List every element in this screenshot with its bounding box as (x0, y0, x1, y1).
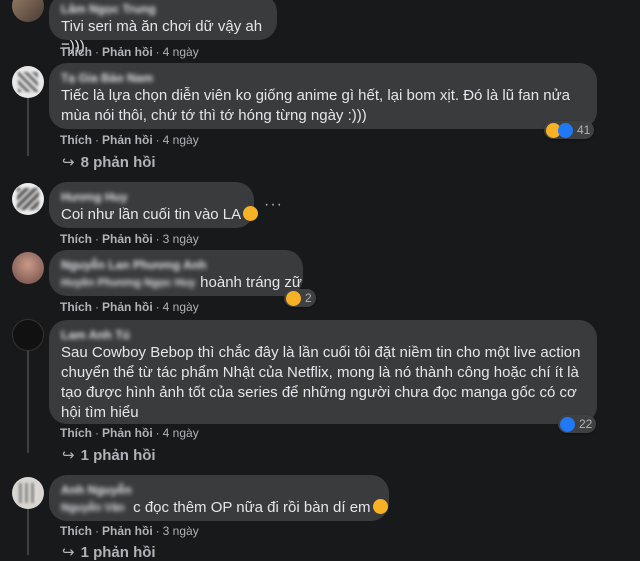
like-button[interactable]: Thích (60, 300, 92, 314)
thread-line (27, 505, 29, 555)
comment-actions: Thích · Phản hồi · 3 ngày (60, 232, 199, 246)
comment-actions: Thích · Phản hồi · 4 ngày (60, 45, 199, 59)
reply-button[interactable]: Phản hồi (102, 524, 153, 538)
comment-bubble: Nguyễn Lan Phương Anh Huyền Phương Ngọc … (49, 250, 303, 296)
comment-author[interactable]: Nguyễn Lan Phương Anh (61, 258, 291, 272)
comment-author[interactable]: Anh Nguyễn (61, 483, 377, 497)
timestamp[interactable]: 3 ngày (163, 232, 199, 246)
reaction-count: 41 (577, 123, 591, 137)
timestamp[interactable]: 4 ngày (163, 45, 199, 59)
reaction-count: 22 (579, 417, 593, 431)
reply-button[interactable]: Phản hồi (102, 426, 153, 440)
thread-line (27, 345, 29, 453)
timestamp[interactable]: 4 ngày (163, 300, 199, 314)
timestamp[interactable]: 3 ngày (163, 524, 199, 538)
reaction-summary[interactable]: 2 (284, 289, 316, 307)
reply-button[interactable]: Phản hồi (102, 300, 153, 314)
timestamp[interactable]: 4 ngày (163, 133, 199, 147)
like-emoji-icon (560, 416, 575, 432)
reply-arrow-icon: ↪ (62, 544, 75, 561)
reaction-count: 2 (305, 291, 312, 305)
avatar[interactable] (12, 183, 44, 215)
comment-text: Huyền Phương Ngọc Huy hoành tráng zữ (61, 273, 302, 293)
comment-bubble: Lam Anh Tú Sau Cowboy Bebop thì chắc đây… (49, 320, 597, 424)
timestamp[interactable]: 4 ngày (163, 426, 199, 440)
comment-actions: Thích · Phản hồi · 4 ngày (60, 426, 199, 440)
comment-bubble: Lâm Ngọc Trung Tivi seri mà ăn chơi dữ v… (49, 0, 277, 55)
reply-arrow-icon: ↪ (62, 154, 75, 171)
avatar[interactable] (12, 477, 44, 509)
comment-text: Tiếc là lựa chọn diễn viên ko giống anim… (61, 87, 570, 124)
comment-text: Coi như lần cuối tin vào LA (61, 205, 259, 225)
comment-actions: Thích · Phản hồi · 3 ngày (60, 524, 199, 538)
like-button[interactable]: Thích (60, 232, 92, 246)
wow-emoji-icon (286, 290, 301, 306)
comment-bubble: Anh Nguyễn Nguyễn Văn c đọc thêm OP nữa … (49, 475, 389, 521)
avatar[interactable] (12, 66, 44, 98)
view-replies-link[interactable]: ↪ 1 phản hồi (62, 543, 156, 561)
reply-button[interactable]: Phản hồi (102, 133, 153, 147)
comment-actions: Thích · Phản hồi · 4 ngày (60, 300, 199, 314)
avatar[interactable] (12, 319, 44, 351)
sad-emoji-icon (243, 206, 259, 221)
comment-actions: Thích · Phản hồi · 4 ngày (60, 133, 199, 147)
avatar[interactable] (12, 0, 44, 22)
like-button[interactable]: Thích (60, 45, 92, 59)
comment-text: Nguyễn Văn c đọc thêm OP nữa đi rồi bàn … (61, 498, 388, 518)
comment-text: Sau Cowboy Bebop thì chắc đây là lần cuố… (61, 344, 581, 421)
like-button[interactable]: Thích (60, 524, 92, 538)
avatar[interactable] (12, 252, 44, 284)
comment-author[interactable]: Lam Anh Tú (61, 328, 585, 342)
view-replies-link[interactable]: ↪ 1 phản hồi (62, 446, 156, 464)
view-replies-link[interactable]: ↪ 8 phản hồi (62, 153, 156, 171)
like-emoji-icon (558, 122, 573, 138)
grinning-sweat-emoji-icon (372, 499, 388, 514)
reply-button[interactable]: Phản hồi (102, 232, 153, 246)
reply-arrow-icon: ↪ (62, 447, 75, 464)
reaction-summary[interactable]: 22 (558, 415, 597, 433)
comment-bubble: Tạ Gia Bảo Nam Tiếc là lựa chọn diễn viê… (49, 63, 597, 129)
comment-bubble: Hương Huy Coi như lần cuối tin vào LA (49, 182, 259, 228)
like-button[interactable]: Thích (60, 133, 92, 147)
reaction-summary[interactable]: 41 (544, 121, 595, 139)
more-options-button[interactable]: ··· (264, 196, 283, 214)
tagged-user[interactable]: Nguyễn Văn (61, 498, 129, 518)
comment-author[interactable]: Lâm Ngọc Trung (61, 2, 265, 16)
comment-author[interactable]: Tạ Gia Bảo Nam (61, 71, 585, 85)
like-button[interactable]: Thích (60, 426, 92, 440)
comment-author[interactable]: Hương Huy (61, 190, 242, 204)
reply-button[interactable]: Phản hồi (102, 45, 153, 59)
tagged-user[interactable]: Huyền Phương Ngọc Huy (61, 273, 196, 293)
